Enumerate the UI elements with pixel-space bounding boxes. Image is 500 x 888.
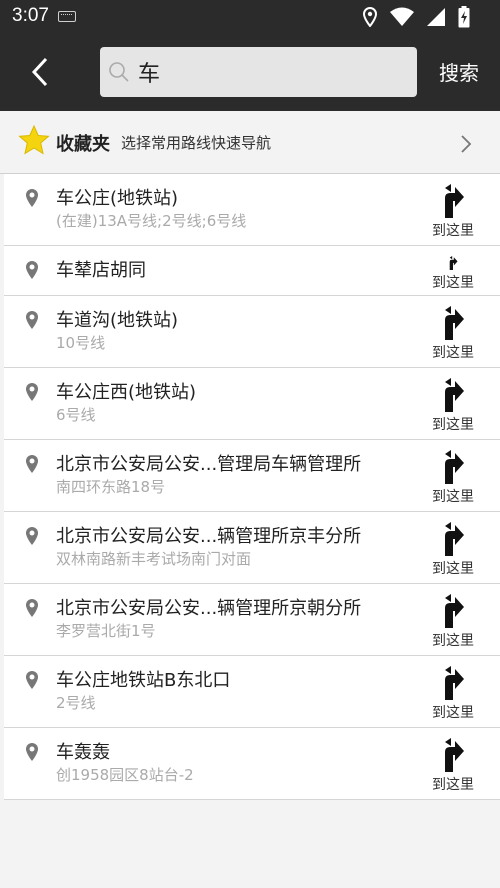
map-pin-icon: [26, 527, 38, 545]
list-item[interactable]: 车公庄(地铁站) (在建)13A号线;2号线;6号线 到这里: [4, 174, 500, 246]
turn-right-arrow-icon: [449, 256, 458, 270]
go-here-label: 到这里: [432, 275, 474, 291]
favorites-subtitle: 选择常用路线快速导航: [121, 134, 272, 152]
go-here-button[interactable]: 到这里: [426, 666, 480, 722]
go-here-button[interactable]: 到这里: [426, 594, 480, 650]
status-bar: 3:07: [0, 0, 500, 34]
go-here-label: 到这里: [432, 489, 474, 505]
result-name: 北京市公安局公安...辆管理所京朝分所: [56, 598, 362, 619]
map-pin-icon: [26, 261, 38, 279]
results-list: 车公庄(地铁站) (在建)13A号线;2号线;6号线 到这里 车辇店胡同 到这里…: [4, 174, 500, 800]
go-here-label: 到这里: [432, 561, 474, 577]
result-subtitle: 李罗营北街1号: [56, 622, 156, 640]
result-name: 车轰轰: [56, 742, 110, 763]
chevron-right-icon: [461, 135, 472, 153]
go-here-label: 到这里: [432, 705, 474, 721]
search-toolbar: 搜索: [0, 34, 500, 111]
result-name: 北京市公安局公安...管理局车辆管理所: [56, 454, 362, 475]
go-here-button[interactable]: 到这里: [426, 306, 480, 362]
result-subtitle: 创1958园区8站台-2: [56, 766, 194, 784]
result-subtitle: 2号线: [56, 694, 96, 712]
list-item[interactable]: 北京市公安局公安...管理局车辆管理所 南四环东路18号 到这里: [4, 440, 500, 512]
go-here-label: 到这里: [432, 417, 474, 433]
status-time: 3:07: [12, 5, 49, 26]
location-icon: [362, 7, 378, 27]
turn-right-arrow-icon: [445, 450, 464, 484]
result-name: 北京市公安局公安...辆管理所京丰分所: [56, 526, 362, 547]
result-name: 车公庄西(地铁站): [56, 382, 197, 403]
turn-right-arrow-icon: [445, 594, 464, 628]
result-name: 车公庄(地铁站): [56, 188, 179, 209]
go-here-button[interactable]: 到这里: [426, 450, 480, 506]
go-here-label: 到这里: [432, 223, 474, 239]
search-box[interactable]: [100, 47, 417, 97]
battery-charging-icon: [458, 6, 470, 28]
result-subtitle: 南四环东路18号: [56, 478, 166, 496]
keyboard-icon: [58, 11, 76, 22]
turn-right-arrow-icon: [445, 184, 464, 218]
map-pin-icon: [26, 743, 38, 761]
list-item[interactable]: 北京市公安局公安...辆管理所京丰分所 双林南路新丰考试场南门对面 到这里: [4, 512, 500, 584]
go-here-button[interactable]: 到这里: [426, 184, 480, 240]
turn-right-arrow-icon: [445, 306, 464, 340]
list-item[interactable]: 北京市公安局公安...辆管理所京朝分所 李罗营北街1号 到这里: [4, 584, 500, 656]
go-here-button[interactable]: 到这里: [426, 256, 480, 292]
map-pin-icon: [26, 383, 38, 401]
list-item[interactable]: 车道沟(地铁站) 10号线 到这里: [4, 296, 500, 368]
result-name: 车道沟(地铁站): [56, 310, 179, 331]
turn-right-arrow-icon: [445, 738, 464, 772]
result-subtitle: 10号线: [56, 334, 106, 352]
wifi-icon: [390, 7, 414, 26]
result-name: 车辇店胡同: [56, 260, 146, 281]
list-item[interactable]: 车辇店胡同 到这里: [4, 246, 500, 296]
go-here-button[interactable]: 到这里: [426, 738, 480, 794]
back-button[interactable]: [20, 52, 60, 92]
back-arrow-icon: [31, 57, 48, 87]
turn-right-arrow-icon: [445, 522, 464, 556]
map-pin-icon: [26, 311, 38, 329]
search-button[interactable]: 搜索: [430, 42, 488, 100]
result-name: 车公庄地铁站B东北口: [56, 670, 231, 691]
list-item[interactable]: 车轰轰 创1958园区8站台-2 到这里: [4, 728, 500, 800]
search-input[interactable]: [138, 58, 408, 86]
turn-right-arrow-icon: [445, 378, 464, 412]
go-here-button[interactable]: 到这里: [426, 522, 480, 578]
signal-icon: [427, 8, 445, 26]
map-pin-icon: [26, 599, 38, 617]
go-here-label: 到这里: [432, 345, 474, 361]
turn-right-arrow-icon: [445, 666, 464, 700]
search-icon: [109, 62, 129, 82]
map-pin-icon: [26, 455, 38, 473]
map-pin-icon: [26, 671, 38, 689]
result-subtitle: (在建)13A号线;2号线;6号线: [56, 212, 247, 230]
result-subtitle: 双林南路新丰考试场南门对面: [56, 550, 252, 568]
star-icon: [18, 125, 50, 155]
list-item[interactable]: 车公庄地铁站B东北口 2号线 到这里: [4, 656, 500, 728]
go-here-label: 到这里: [432, 777, 474, 793]
list-item[interactable]: 车公庄西(地铁站) 6号线 到这里: [4, 368, 500, 440]
go-here-label: 到这里: [432, 633, 474, 649]
map-pin-icon: [26, 189, 38, 207]
favorites-title: 收藏夹: [56, 134, 110, 155]
favorites-row[interactable]: 收藏夹 选择常用路线快速导航: [0, 111, 500, 174]
go-here-button[interactable]: 到这里: [426, 378, 480, 434]
result-subtitle: 6号线: [56, 406, 96, 424]
